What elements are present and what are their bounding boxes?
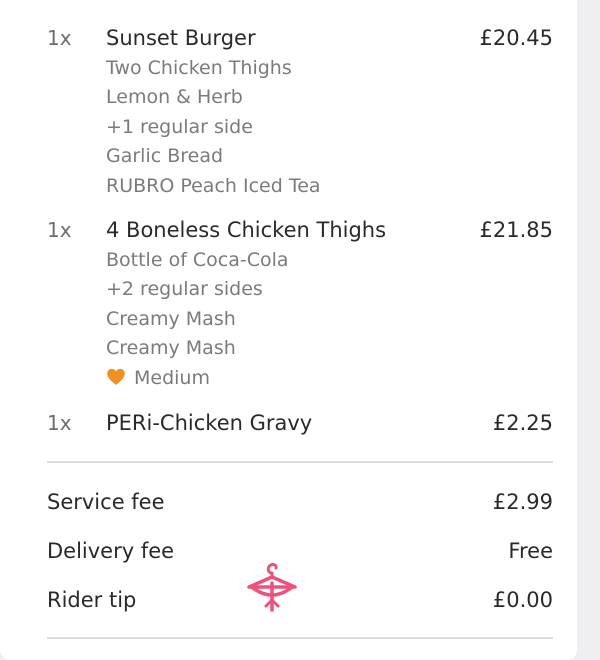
- item-option: Bottle of Coca-Cola: [106, 249, 289, 271]
- rider-tip-value: £0.00: [492, 588, 553, 612]
- item-option: Two Chicken Thighs: [106, 57, 292, 79]
- item-price: £20.45: [479, 26, 553, 50]
- delivery-fee-value: Free: [508, 539, 553, 563]
- item-quantity: 1x: [47, 218, 72, 242]
- service-fee-label: Service fee: [47, 490, 165, 514]
- orange-heart-icon: [107, 368, 125, 385]
- delivery-fee-label: Delivery fee: [47, 539, 175, 563]
- item-option: Garlic Bread: [106, 145, 224, 168]
- item-option: +1 regular side: [106, 115, 253, 138]
- hanger-bow-icon: [247, 562, 297, 612]
- item-option: Creamy Mash: [106, 307, 236, 330]
- item-price: £2.25: [492, 411, 553, 435]
- item-name: Sunset Burger: [106, 26, 256, 50]
- item-option: Lemon & Herb: [106, 86, 243, 109]
- rider-tip-label: Rider tip: [47, 588, 137, 612]
- item-name: 4 Boneless Chicken Thighs: [106, 218, 387, 242]
- item-name: PERi-Chicken Gravy: [106, 411, 313, 435]
- summary-divider-bottom: [47, 637, 553, 639]
- item-option: +2 regular sides: [106, 278, 263, 301]
- item-options: Two Chicken Thighs Lemon & Herb +1 regul…: [106, 54, 321, 201]
- spice-level-label: Medium: [134, 366, 210, 389]
- item-price: £21.85: [479, 218, 553, 242]
- item-option: RUBRO Peach Iced Tea: [106, 174, 321, 197]
- summary-divider: [47, 461, 553, 463]
- service-fee-value: £2.99: [492, 490, 553, 514]
- item-options: Bottle of Coca-Cola +2 regular sides Cre…: [106, 246, 289, 393]
- service-fee-row: Service fee £2.99: [0, 487, 577, 517]
- item-option: Creamy Mash: [106, 337, 236, 360]
- item-quantity: 1x: [47, 411, 72, 435]
- item-quantity: 1x: [47, 26, 72, 50]
- spice-level: Medium: [106, 364, 289, 393]
